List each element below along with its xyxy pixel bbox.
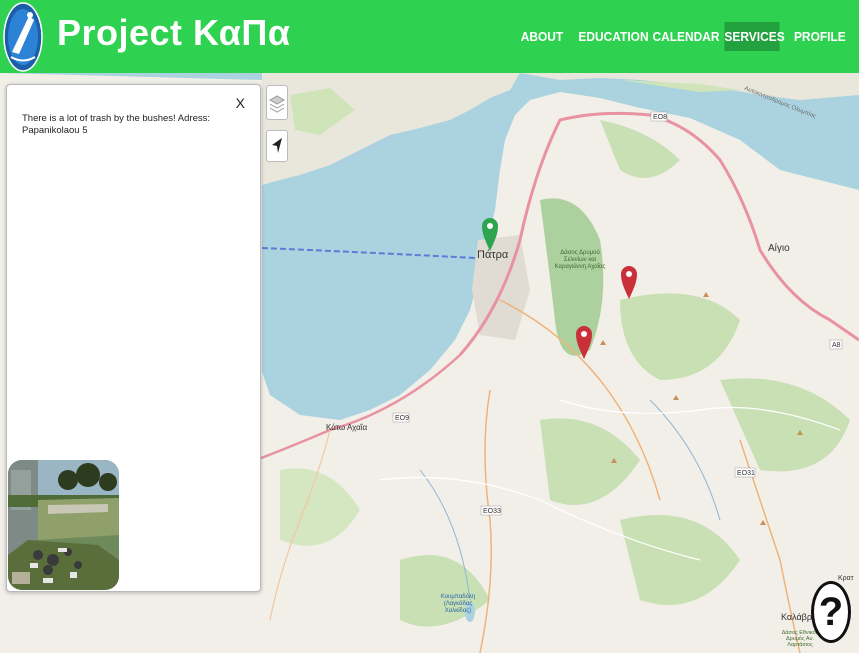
brand-title[interactable]: Project ΚαΠα — [57, 12, 290, 54]
report-panel: X There is a lot of trash by the bushes!… — [6, 84, 261, 592]
top-navbar: Project ΚαΠα ABOUT EDUCATION CALENDAR SE… — [0, 0, 859, 73]
label-kranidi: Κρατ — [838, 575, 854, 582]
nav-calendar[interactable]: CALENDAR — [652, 22, 719, 51]
project-kapa-logo[interactable] — [3, 2, 43, 72]
layers-button[interactable] — [266, 85, 288, 120]
shield-a8: A8 — [832, 342, 841, 349]
help-button[interactable]: ? — [811, 581, 851, 643]
red-marker-south[interactable] — [576, 324, 592, 360]
report-description: There is a lot of trash by the bushes! A… — [22, 113, 210, 136]
shield-eo33: EO33 — [483, 508, 501, 515]
locate-button[interactable] — [266, 130, 288, 162]
shield-eo8: EO8 — [653, 114, 667, 121]
layers-icon — [268, 95, 286, 113]
report-photo[interactable] — [8, 460, 119, 590]
nav-education[interactable]: EDUCATION — [578, 22, 648, 51]
shield-eo9: EO9 — [395, 415, 409, 422]
location-arrow-icon — [272, 138, 282, 153]
nav-services[interactable]: SERVICES — [724, 22, 785, 51]
nav-profile[interactable]: PROFILE — [794, 22, 846, 51]
trash-photo — [8, 460, 119, 590]
shield-eo31: EO31 — [737, 470, 755, 477]
close-button[interactable]: X — [236, 95, 245, 111]
label-kato-achaia: Κάτω Αχαΐα — [326, 423, 368, 432]
label-lake: Κουμπαδόλη (Λαγκάδας Χαλκίδας) — [440, 594, 476, 614]
label-aigio: Αίγιο — [768, 242, 790, 254]
nav-about[interactable]: ABOUT — [521, 22, 564, 51]
red-marker-east[interactable] — [621, 264, 637, 300]
label-forest: Δάσος Δρυμού Σελινίων και Καραγιάννη Αχα… — [554, 250, 606, 270]
green-marker[interactable] — [482, 216, 498, 252]
